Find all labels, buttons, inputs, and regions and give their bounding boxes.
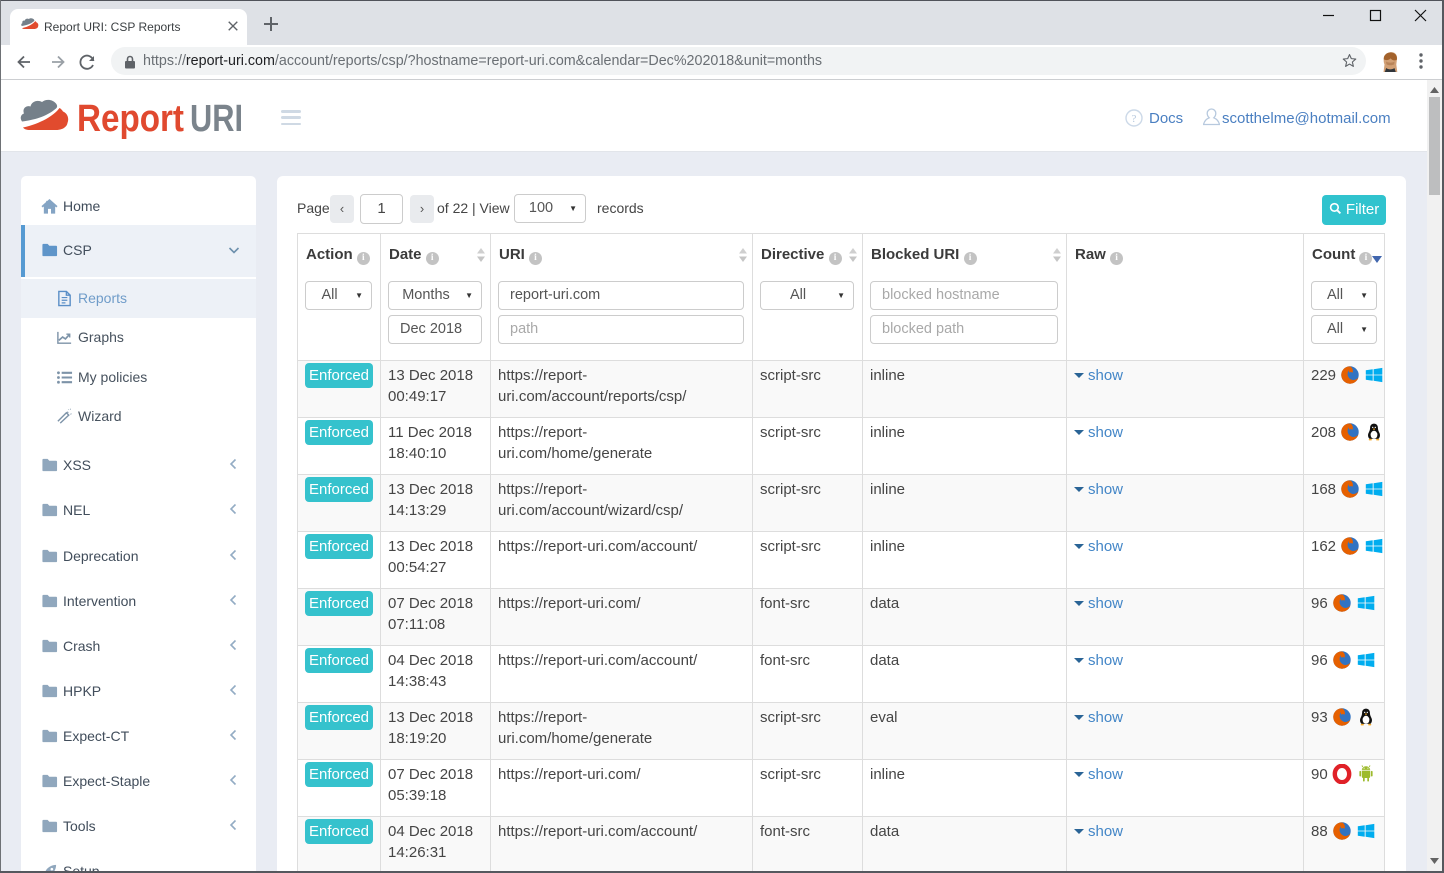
svg-text:URI: URI (190, 98, 243, 140)
svg-text:Report: Report (77, 98, 184, 140)
svg-text:?: ? (1132, 113, 1137, 125)
